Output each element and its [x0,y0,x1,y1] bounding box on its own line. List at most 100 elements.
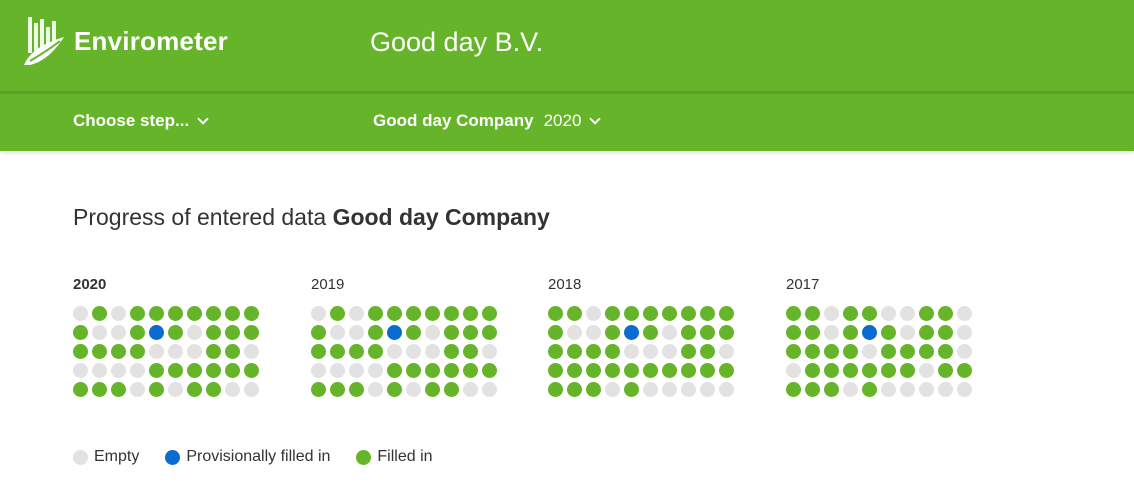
status-dot-filled[interactable] [662,363,677,378]
status-dot-empty[interactable] [919,382,934,397]
status-dot-filled[interactable] [168,363,183,378]
status-dot-filled[interactable] [643,363,658,378]
status-dot-empty[interactable] [700,382,715,397]
status-dot-filled[interactable] [311,382,326,397]
status-dot-empty[interactable] [244,344,259,359]
status-dot-filled[interactable] [130,306,145,321]
status-dot-empty[interactable] [957,306,972,321]
status-dot-filled[interactable] [605,306,620,321]
status-dot-filled[interactable] [425,306,440,321]
status-dot-filled[interactable] [548,363,563,378]
status-dot-empty[interactable] [919,363,934,378]
status-dot-filled[interactable] [149,382,164,397]
status-dot-filled[interactable] [444,306,459,321]
status-dot-filled[interactable] [605,344,620,359]
status-dot-filled[interactable] [463,306,478,321]
status-dot-filled[interactable] [130,344,145,359]
year-label[interactable]: 2018 [548,276,734,298]
status-dot-empty[interactable] [187,325,202,340]
status-dot-filled[interactable] [368,306,383,321]
status-dot-provisional[interactable] [624,325,639,340]
status-dot-filled[interactable] [149,306,164,321]
status-dot-filled[interactable] [244,306,259,321]
status-dot-filled[interactable] [406,325,421,340]
status-dot-filled[interactable] [643,325,658,340]
status-dot-empty[interactable] [881,306,896,321]
status-dot-filled[interactable] [244,363,259,378]
status-dot-filled[interactable] [624,382,639,397]
status-dot-filled[interactable] [206,382,221,397]
status-dot-filled[interactable] [881,344,896,359]
status-dot-filled[interactable] [482,306,497,321]
status-dot-filled[interactable] [206,363,221,378]
status-dot-empty[interactable] [73,363,88,378]
status-dot-filled[interactable] [843,344,858,359]
status-dot-filled[interactable] [824,382,839,397]
status-dot-filled[interactable] [73,382,88,397]
status-dot-filled[interactable] [862,382,877,397]
status-dot-filled[interactable] [244,325,259,340]
status-dot-empty[interactable] [73,306,88,321]
status-dot-filled[interactable] [719,325,734,340]
status-dot-filled[interactable] [938,325,953,340]
status-dot-filled[interactable] [919,344,934,359]
status-dot-filled[interactable] [225,363,240,378]
status-dot-empty[interactable] [111,325,126,340]
status-dot-filled[interactable] [624,306,639,321]
year-label[interactable]: 2020 [73,276,259,298]
status-dot-filled[interactable] [567,363,582,378]
status-dot-filled[interactable] [130,325,145,340]
status-dot-empty[interactable] [330,325,345,340]
status-dot-filled[interactable] [92,382,107,397]
status-dot-filled[interactable] [843,363,858,378]
status-dot-filled[interactable] [168,325,183,340]
status-dot-empty[interactable] [662,344,677,359]
status-dot-filled[interactable] [957,363,972,378]
status-dot-provisional[interactable] [149,325,164,340]
status-dot-filled[interactable] [548,306,563,321]
status-dot-empty[interactable] [387,344,402,359]
status-dot-empty[interactable] [225,382,240,397]
status-dot-filled[interactable] [225,344,240,359]
status-dot-filled[interactable] [681,306,696,321]
status-dot-empty[interactable] [843,382,858,397]
company-year-dropdown[interactable]: Good day Company 2020 [373,111,602,131]
status-dot-filled[interactable] [482,325,497,340]
status-dot-filled[interactable] [548,344,563,359]
status-dot-empty[interactable] [938,382,953,397]
status-dot-empty[interactable] [111,363,126,378]
status-dot-filled[interactable] [311,344,326,359]
status-dot-filled[interactable] [368,344,383,359]
status-dot-filled[interactable] [919,306,934,321]
status-dot-empty[interactable] [681,382,696,397]
status-dot-empty[interactable] [482,382,497,397]
status-dot-filled[interactable] [92,306,107,321]
status-dot-filled[interactable] [805,344,820,359]
status-dot-filled[interactable] [567,306,582,321]
status-dot-empty[interactable] [586,306,601,321]
status-dot-empty[interactable] [662,382,677,397]
status-dot-filled[interactable] [425,382,440,397]
status-dot-empty[interactable] [187,344,202,359]
status-dot-empty[interactable] [406,344,421,359]
status-dot-filled[interactable] [805,363,820,378]
status-dot-empty[interactable] [168,382,183,397]
status-dot-filled[interactable] [681,344,696,359]
status-dot-filled[interactable] [187,363,202,378]
status-dot-filled[interactable] [463,344,478,359]
status-dot-filled[interactable] [387,382,402,397]
status-dot-filled[interactable] [938,306,953,321]
status-dot-filled[interactable] [662,306,677,321]
status-dot-filled[interactable] [406,363,421,378]
year-label[interactable]: 2017 [786,276,972,298]
status-dot-filled[interactable] [700,306,715,321]
status-dot-empty[interactable] [643,382,658,397]
status-dot-filled[interactable] [463,325,478,340]
status-dot-empty[interactable] [406,382,421,397]
status-dot-provisional[interactable] [862,325,877,340]
status-dot-filled[interactable] [149,363,164,378]
status-dot-provisional[interactable] [387,325,402,340]
status-dot-empty[interactable] [900,382,915,397]
status-dot-empty[interactable] [881,382,896,397]
status-dot-empty[interactable] [482,344,497,359]
